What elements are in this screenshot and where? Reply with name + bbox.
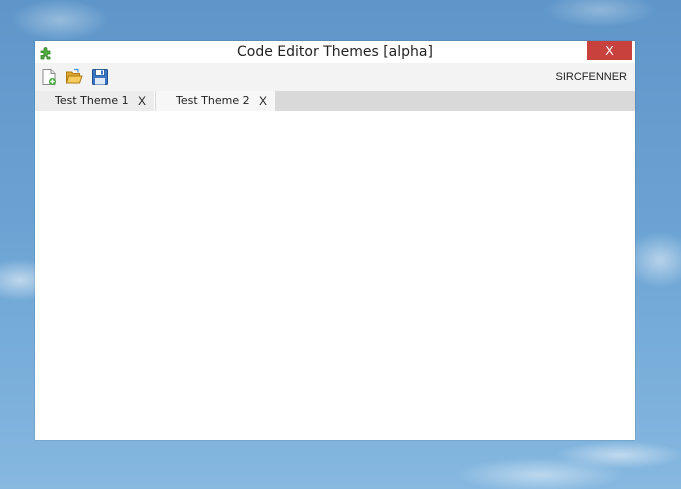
tab-label: Test Theme 2 (176, 94, 250, 107)
save-icon[interactable] (91, 68, 109, 86)
tab-test-theme-2[interactable]: Test Theme 2 X (156, 91, 275, 111)
tab-label: Test Theme 1 (55, 94, 129, 107)
username-label: SIRCFENNER (555, 71, 627, 83)
tab-close-button[interactable]: X (138, 91, 146, 111)
tab-strip: Test Theme 1 X Test Theme 2 X (35, 91, 635, 111)
title-bar[interactable]: Code Editor Themes [alpha] X (35, 41, 635, 63)
close-button[interactable]: X (587, 41, 632, 60)
tab-close-button[interactable]: X (259, 91, 267, 111)
toolbar: SIRCFENNER (35, 63, 635, 91)
new-file-icon[interactable] (40, 68, 58, 86)
tab-test-theme-1[interactable]: Test Theme 1 X (35, 91, 155, 111)
editor-area[interactable] (35, 111, 635, 440)
app-window: Code Editor Themes [alpha] X SIRCFENNER … (35, 41, 635, 440)
window-title: Code Editor Themes [alpha] (237, 44, 433, 60)
open-folder-icon[interactable] (65, 68, 83, 86)
